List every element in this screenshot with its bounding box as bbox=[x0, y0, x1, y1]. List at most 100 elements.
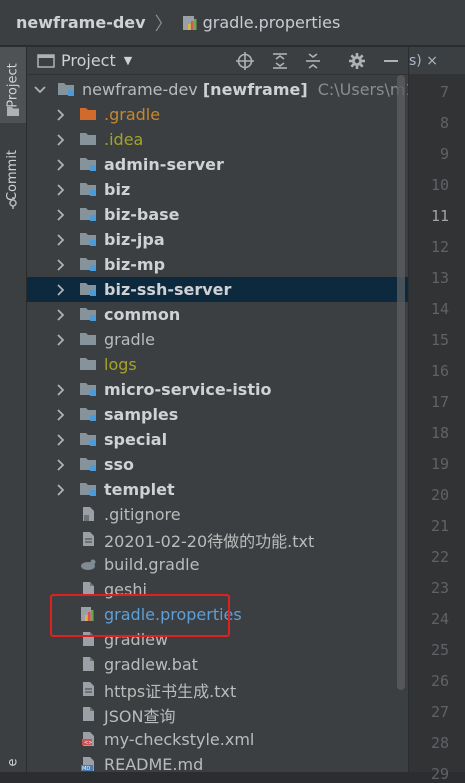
hide-panel-button[interactable] bbox=[381, 51, 401, 71]
tree-file-row[interactable]: .gitignore bbox=[27, 502, 408, 527]
folder-icon bbox=[79, 356, 97, 372]
line-number: 12 bbox=[430, 238, 449, 256]
line-number: 16 bbox=[430, 362, 449, 380]
line-number: 25 bbox=[430, 641, 449, 659]
tree-file-row[interactable]: https证书生成.txt bbox=[27, 677, 408, 702]
chevron-right-icon[interactable] bbox=[55, 433, 67, 446]
chevron-right-icon[interactable] bbox=[55, 333, 67, 346]
file-icon bbox=[79, 656, 97, 672]
tree-item-label: common bbox=[104, 305, 181, 324]
tree-item-label: https证书生成.txt bbox=[104, 681, 237, 701]
chevron-right-icon[interactable] bbox=[55, 308, 67, 321]
module-folder-icon bbox=[79, 406, 97, 422]
line-number: 22 bbox=[430, 548, 449, 566]
file-icon bbox=[79, 506, 97, 522]
tree-item-label: JSON查询 bbox=[104, 706, 176, 726]
chevron-right-icon[interactable] bbox=[55, 283, 67, 296]
collapse-all-button[interactable] bbox=[303, 51, 323, 71]
chevron-right-icon[interactable] bbox=[55, 483, 67, 496]
breadcrumb-project[interactable]: newframe-dev bbox=[16, 13, 146, 32]
tree-folder-row[interactable]: gradle bbox=[27, 327, 408, 352]
project-view-selector[interactable]: Project ▼ bbox=[37, 51, 132, 70]
tree-file-row[interactable]: MD README.md bbox=[27, 752, 408, 772]
tree-folder-row[interactable]: .idea bbox=[27, 127, 408, 152]
commit-tool-tab[interactable]: Commit bbox=[0, 135, 26, 215]
project-tool-tab[interactable]: Project bbox=[0, 47, 26, 123]
folder-icon bbox=[79, 331, 97, 347]
line-number: 23 bbox=[430, 579, 449, 597]
module-folder-icon bbox=[79, 431, 97, 447]
tree-item-label: biz-ssh-server bbox=[104, 280, 232, 299]
tree-folder-row[interactable]: biz bbox=[27, 177, 408, 202]
tree-file-row[interactable]: 20201-02-20待做的功能.txt bbox=[27, 527, 408, 552]
gear-icon bbox=[349, 53, 365, 69]
line-number: 27 bbox=[430, 703, 449, 721]
expand-all-button[interactable] bbox=[270, 51, 290, 71]
tree-folder-row[interactable]: biz-mp bbox=[27, 252, 408, 277]
line-number: 9 bbox=[439, 145, 449, 163]
svg-text:<>: <> bbox=[84, 740, 92, 746]
chevron-right-icon[interactable] bbox=[55, 458, 67, 471]
tree-folder-row[interactable]: biz-ssh-server bbox=[27, 277, 408, 302]
tree-file-row[interactable]: logs bbox=[27, 352, 408, 377]
tool-window-strip: Project Commit e bbox=[0, 47, 27, 772]
chevron-right-icon[interactable] bbox=[55, 208, 67, 221]
settings-button[interactable] bbox=[347, 51, 367, 71]
file-icon bbox=[79, 556, 97, 572]
chevron-right-icon[interactable] bbox=[55, 108, 67, 121]
chevron-right-icon[interactable] bbox=[55, 233, 67, 246]
tree-folder-row[interactable]: special bbox=[27, 427, 408, 452]
tree-folder-row[interactable]: common bbox=[27, 302, 408, 327]
line-number: 11 bbox=[430, 207, 449, 225]
tree-folder-row[interactable]: biz-base bbox=[27, 202, 408, 227]
tree-file-row[interactable]: JSON查询 bbox=[27, 702, 408, 727]
chevron-right-icon[interactable] bbox=[55, 158, 67, 171]
editor-area: s) × 7 8 9 10 11 12 13 14 15 16 17 18 19 20 21 22 23 24 25… bbox=[409, 47, 465, 783]
tree-item-label: micro-service-istio bbox=[104, 380, 272, 399]
tree-folder-row[interactable]: admin-server bbox=[27, 152, 408, 177]
commit-icon bbox=[9, 197, 17, 209]
chevron-right-icon[interactable] bbox=[55, 133, 67, 146]
tree-scrollbar[interactable] bbox=[397, 75, 405, 690]
chevron-right-icon[interactable] bbox=[55, 258, 67, 271]
tree-file-row[interactable]: build.gradle bbox=[27, 552, 408, 577]
locate-file-button[interactable] bbox=[235, 51, 255, 71]
module-folder-icon bbox=[79, 456, 97, 472]
line-number: 13 bbox=[430, 269, 449, 287]
tree-folder-row[interactable]: samples bbox=[27, 402, 408, 427]
line-number: 10 bbox=[430, 176, 449, 194]
tree-folder-row[interactable]: sso bbox=[27, 452, 408, 477]
folder-icon bbox=[79, 106, 97, 122]
tree-folder-row[interactable]: biz-jpa bbox=[27, 227, 408, 252]
chevron-right-icon[interactable] bbox=[55, 183, 67, 196]
tree-folder-row[interactable]: micro-service-istio bbox=[27, 377, 408, 402]
tree-file-row[interactable]: gradlew.bat bbox=[27, 652, 408, 677]
chevron-down-icon: ▼ bbox=[123, 54, 133, 67]
root-name: newframe-dev bbox=[82, 80, 198, 99]
tree-item-label: build.gradle bbox=[104, 555, 200, 574]
line-number: 28 bbox=[430, 734, 449, 752]
tree-folder-row[interactable]: templet bbox=[27, 477, 408, 502]
chevron-right-icon[interactable] bbox=[55, 383, 67, 396]
collapse-all-icon bbox=[306, 53, 320, 69]
tree-item-label: sso bbox=[104, 455, 135, 474]
expand-all-icon bbox=[273, 53, 287, 69]
tree-file-row[interactable]: <> my-checkstyle.xml bbox=[27, 727, 408, 752]
breadcrumb-file-label: gradle.properties bbox=[202, 13, 341, 32]
breadcrumb-file[interactable]: gradle.properties bbox=[182, 13, 341, 32]
tree-item-label: biz-mp bbox=[104, 255, 166, 274]
chevron-right-icon[interactable] bbox=[55, 408, 67, 421]
tree-folder-row[interactable]: .gradle bbox=[27, 102, 408, 127]
folder-icon bbox=[7, 107, 19, 116]
highlight-box bbox=[50, 594, 230, 637]
chevron-down-icon[interactable] bbox=[34, 84, 46, 96]
module-folder-icon bbox=[79, 306, 97, 322]
tree-item-label: my-checkstyle.xml bbox=[104, 730, 255, 749]
structure-tool-tab[interactable]: e bbox=[0, 752, 26, 772]
editor-tab[interactable]: s) × bbox=[409, 47, 465, 74]
line-number: 24 bbox=[430, 610, 449, 628]
line-number: 21 bbox=[430, 517, 449, 535]
tree-root-row[interactable]: newframe-dev [newframe] C:\Users\m153 bbox=[27, 77, 408, 102]
tree-item-label: .gradle bbox=[104, 105, 161, 124]
project-view-label: Project bbox=[61, 51, 116, 70]
